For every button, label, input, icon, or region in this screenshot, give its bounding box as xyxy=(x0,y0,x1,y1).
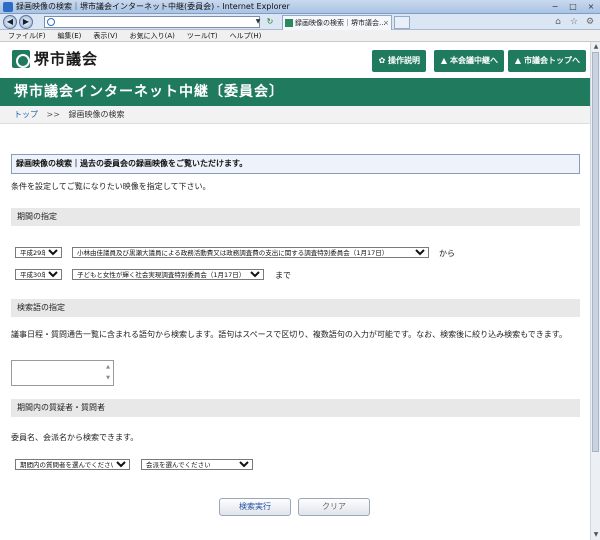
to-committee-select[interactable]: 子どもと女性が輝く社会実現調査特別委員会（1月17日） xyxy=(72,269,264,280)
favicon-icon xyxy=(285,19,293,27)
favorites-star-icon[interactable]: ☆ xyxy=(568,16,580,28)
window-titlebar: 録画映像の検索｜堺市議会インターネット中継(委員会) - Internet Ex… xyxy=(0,0,600,14)
maximize-button[interactable]: □ xyxy=(564,1,582,13)
forward-button[interactable]: ▶ xyxy=(19,15,33,29)
breadcrumb: トップ >> 録画映像の検索 xyxy=(0,106,590,124)
scrollbar-thumb[interactable] xyxy=(592,52,599,452)
questioner-heading: 期間内の質疑者・質問者 xyxy=(11,399,580,417)
site-logo[interactable]: 堺市議会 xyxy=(12,48,98,69)
address-dropdown-icon[interactable]: ▼ xyxy=(254,17,262,26)
keyword-heading: 検索語の指定 xyxy=(11,299,580,317)
menu-file[interactable]: ファイル(F) xyxy=(8,30,46,41)
from-committee-select[interactable]: 小林由佳議員及び黒瀬大議員による政務活動費又は政務調査費の支出に関する調査特別委… xyxy=(72,247,429,258)
to-year-select[interactable]: 平成30年 xyxy=(15,269,62,280)
page-content: 堺市議会 ✿ 操作説明 ▲ 本会議中継へ ▲ 市議会トップへ 堺市議会インターネット中… xyxy=(0,42,590,540)
browser-icons: ⌂ ☆ ⚙ xyxy=(552,16,596,28)
menu-view[interactable]: 表示(V) xyxy=(93,30,117,41)
breadcrumb-separator: >> xyxy=(46,110,60,119)
menu-help[interactable]: ヘルプ(H) xyxy=(230,30,262,41)
search-button[interactable]: 検索実行 xyxy=(219,498,291,516)
ie-icon xyxy=(47,18,55,26)
notice-box: 録画映像の検索｜過去の委員会の録画映像をご覧いただけます。 xyxy=(11,154,580,174)
period-heading: 期間の指定 xyxy=(11,208,580,226)
plenary-live-button[interactable]: ▲ 本会議中継へ xyxy=(434,50,504,72)
menu-favorites[interactable]: お気に入り(A) xyxy=(130,30,175,41)
council-top-button[interactable]: ▲ 市議会トップへ xyxy=(508,50,586,72)
council-top-label: 市議会トップへ xyxy=(524,56,580,65)
triangle-icon: ▲ xyxy=(514,56,522,65)
browser-tab[interactable]: 録画映像の検索｜堺市議会... × xyxy=(282,15,392,30)
window-controls: − □ × xyxy=(546,0,600,13)
menu-edit[interactable]: 編集(E) xyxy=(58,30,82,41)
questioner-description: 委員名、会派名から検索できます。 xyxy=(11,433,139,442)
help-button-label: 操作説明 xyxy=(388,56,420,65)
breadcrumb-home-link[interactable]: トップ xyxy=(14,110,38,119)
scroll-down-icon[interactable]: ▼ xyxy=(591,530,600,540)
clear-button[interactable]: クリア xyxy=(298,498,370,516)
city-emblem-icon xyxy=(12,49,30,68)
window-title: 録画映像の検索｜堺市議会インターネット中継(委員会) - Internet Ex… xyxy=(16,2,290,11)
scroll-up-icon[interactable]: ▲ xyxy=(591,42,600,52)
help-button[interactable]: ✿ 操作説明 xyxy=(372,50,426,72)
back-button[interactable]: ◀ xyxy=(3,15,17,29)
tab-close-icon[interactable]: × xyxy=(383,16,389,30)
from-suffix: から xyxy=(439,249,455,258)
refresh-icon[interactable]: ↻ xyxy=(264,16,276,28)
minimize-button[interactable]: − xyxy=(546,1,564,13)
app-icon xyxy=(3,2,13,12)
home-icon[interactable]: ⌂ xyxy=(552,16,564,28)
to-suffix: まで xyxy=(275,271,291,280)
faction-select[interactable]: 会派を選んでください xyxy=(141,459,253,470)
keyword-description: 議事日程・質問通告一覧に含まれる語句から検索します。語句はスペースで区切り、複数… xyxy=(11,330,567,339)
menu-bar: ファイル(F) 編集(E) 表示(V) お気に入り(A) ツール(T) ヘルプ(… xyxy=(0,30,600,42)
close-window-button[interactable]: × xyxy=(582,1,600,13)
site-header: 堺市議会 ✿ 操作説明 ▲ 本会議中継へ ▲ 市議会トップへ xyxy=(0,42,590,80)
logo-text: 堺市議会 xyxy=(34,50,99,68)
from-year-select[interactable]: 平成29年 xyxy=(15,247,62,258)
breadcrumb-current: 録画映像の検索 xyxy=(68,110,125,119)
tab-title: 録画映像の検索｜堺市議会... xyxy=(295,19,386,27)
member-select[interactable]: 期間内の質問者を選んでください xyxy=(15,459,130,470)
plenary-live-label: 本会議中継へ xyxy=(450,56,498,65)
textarea-resize-icon: ▲ ▼ xyxy=(106,364,110,381)
page-banner-title: 堺市議会インターネット中継〔委員会〕 xyxy=(0,78,590,106)
intro-text: 条件を設定してご覧になりたい映像を指定して下さい。 xyxy=(11,182,211,191)
menu-tools[interactable]: ツール(T) xyxy=(187,30,218,41)
address-bar-row: ◀ ▶ ▼ ↻ 録画映像の検索｜堺市議会... × ⌂ ☆ ⚙ xyxy=(0,14,600,30)
triangle-icon: ▲ xyxy=(440,56,448,65)
keyword-textarea[interactable]: ▲ ▼ xyxy=(11,360,114,386)
settings-gear-icon[interactable]: ⚙ xyxy=(584,16,596,28)
new-tab-button[interactable] xyxy=(394,16,410,29)
gear-icon: ✿ xyxy=(378,56,386,65)
address-input[interactable] xyxy=(44,16,260,28)
vertical-scrollbar[interactable]: ▲ ▼ xyxy=(590,42,600,540)
